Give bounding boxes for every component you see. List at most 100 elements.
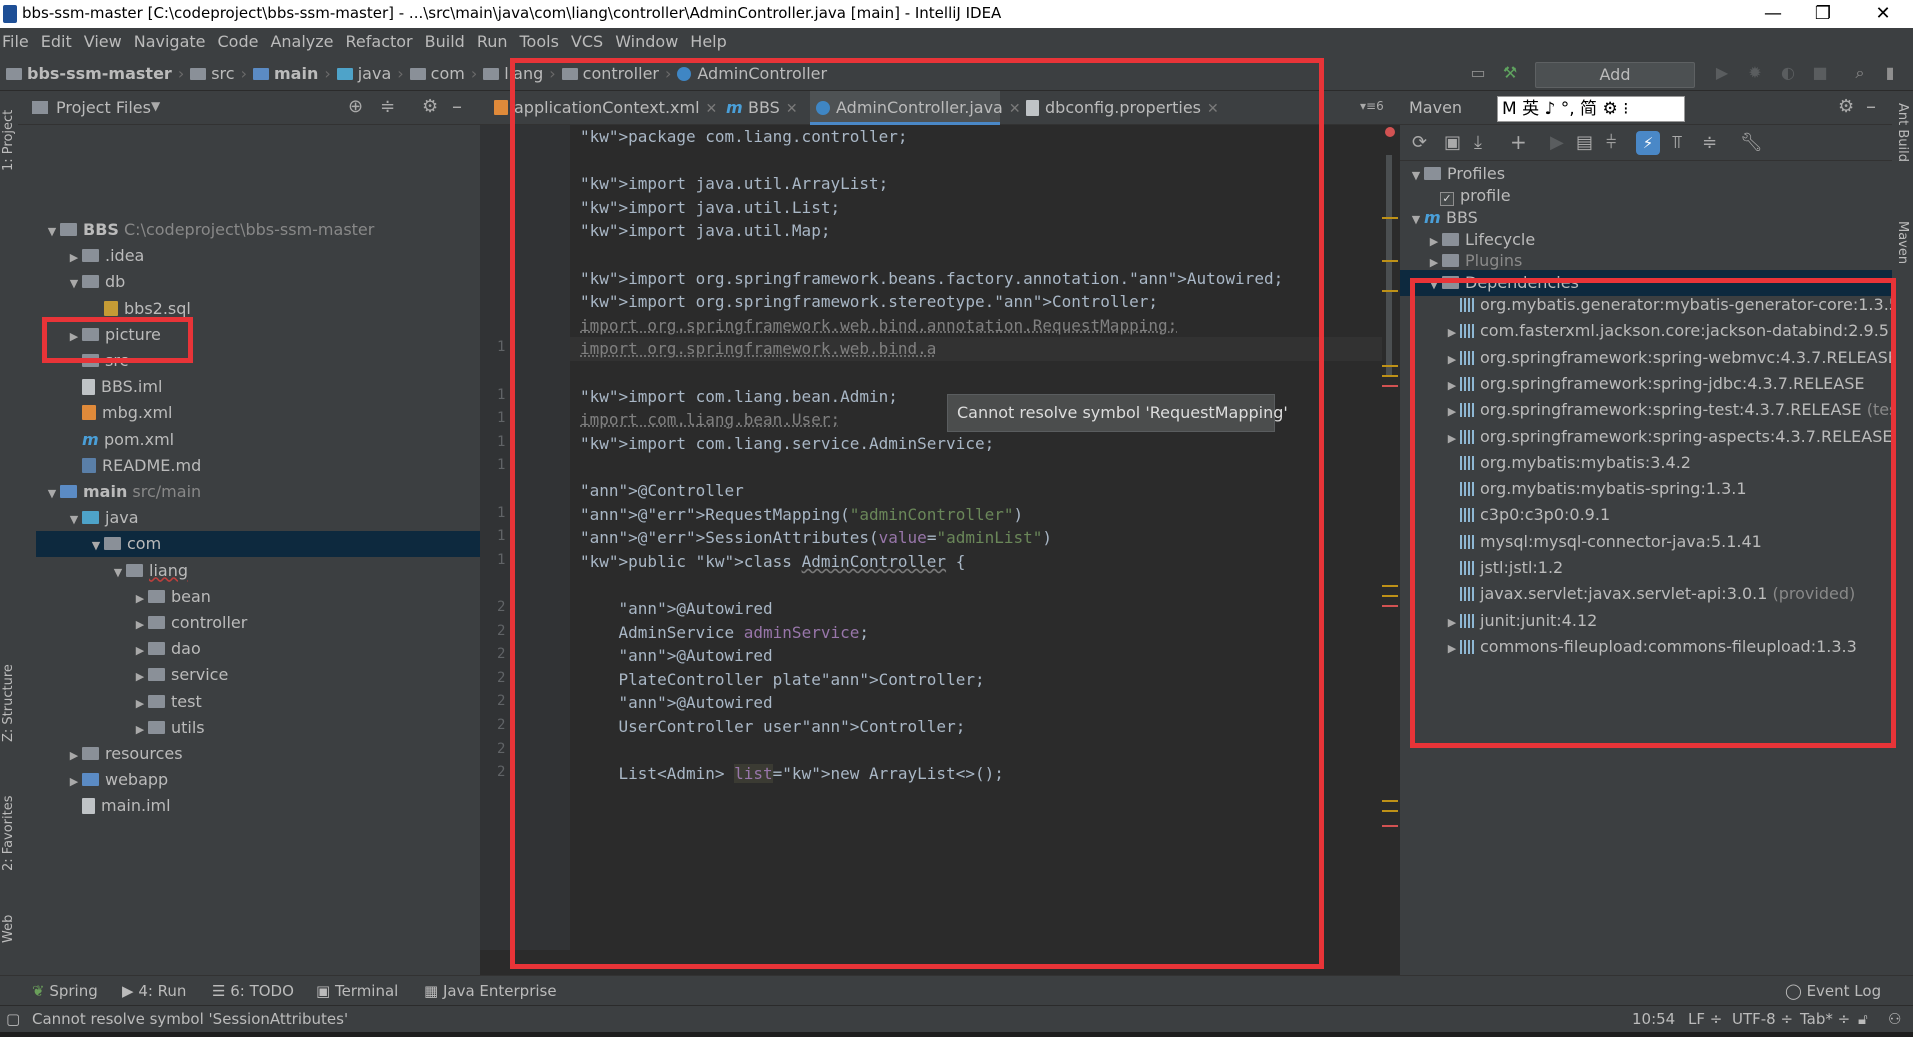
wrench-icon[interactable]: 🔧︎ bbox=[1740, 132, 1763, 153]
toggle-offline-icon[interactable]: ▤ bbox=[1576, 132, 1593, 153]
vcs-icon[interactable]: ▮ bbox=[1880, 63, 1900, 83]
refresh-icon[interactable]: ⟳ bbox=[1412, 132, 1427, 153]
line-separator[interactable]: LF ÷ bbox=[1688, 1010, 1722, 1028]
menu-refactor[interactable]: Refactor bbox=[346, 32, 413, 51]
run-goal-icon[interactable]: ▶ bbox=[1550, 132, 1564, 153]
expanded-arrow-icon[interactable]: ▼ bbox=[110, 560, 126, 586]
collapsed-arrow-icon[interactable]: ▶ bbox=[132, 691, 148, 717]
tree-node[interactable]: ▼ java bbox=[36, 505, 498, 531]
hide-panel-icon[interactable]: – bbox=[452, 94, 462, 118]
tree-node[interactable]: ▼ db bbox=[36, 269, 498, 295]
hide-panel-icon[interactable]: – bbox=[1866, 94, 1876, 118]
tree-node[interactable]: ▼ com bbox=[36, 531, 498, 559]
menu-help[interactable]: Help bbox=[690, 32, 726, 51]
collapsed-arrow-icon[interactable]: ▶ bbox=[132, 664, 148, 690]
tree-node[interactable]: ▶ dao bbox=[36, 636, 498, 662]
breadcrumb-java[interactable]: java bbox=[358, 64, 392, 83]
menu-code[interactable]: Code bbox=[218, 32, 259, 51]
search-icon[interactable]: ⌕ bbox=[1850, 63, 1870, 83]
tab-favorites[interactable]: 2: Favorites bbox=[1, 795, 16, 871]
menu-tools[interactable]: Tools bbox=[520, 32, 559, 51]
collapse-icon[interactable]: ⫪ bbox=[1672, 132, 1682, 153]
scrollbar-thumb[interactable] bbox=[1386, 155, 1392, 375]
tab-project[interactable]: 1: Project bbox=[1, 110, 16, 171]
expanded-arrow-icon[interactable]: ▼ bbox=[44, 219, 60, 245]
close-button[interactable]: ✕ bbox=[1860, 0, 1906, 28]
menu-run[interactable]: Run bbox=[477, 32, 508, 51]
window-layout-icon[interactable]: ▭ bbox=[1468, 63, 1488, 83]
expand-icon[interactable]: ≑ bbox=[1702, 132, 1717, 153]
menu-navigate[interactable]: Navigate bbox=[134, 32, 206, 51]
project-view-selector[interactable]: Project Files bbox=[56, 98, 151, 117]
tree-node[interactable]: ▶ webapp bbox=[36, 767, 498, 793]
tree-node[interactable]: ▶ utils bbox=[36, 715, 498, 741]
tab-structure[interactable]: Z: Structure bbox=[1, 664, 16, 742]
tree-node[interactable]: ▶ resources bbox=[36, 741, 498, 767]
memory-icon[interactable]: ⚇ bbox=[1888, 1010, 1901, 1028]
tree-node[interactable]: ▼ BBS C:\codeproject\bbs-ssm-master bbox=[36, 217, 498, 243]
tree-node[interactable]: ▼ main src/main bbox=[36, 479, 498, 505]
error-indicator-icon[interactable] bbox=[1385, 127, 1395, 137]
stop-icon[interactable]: ■ bbox=[1810, 63, 1830, 83]
expanded-arrow-icon[interactable]: ▼ bbox=[88, 533, 104, 559]
download-icon[interactable]: ⤓ bbox=[1474, 132, 1482, 153]
menu-window[interactable]: Window bbox=[615, 32, 678, 51]
add-configuration-button[interactable]: Add Configuration... bbox=[1535, 62, 1695, 108]
debug-icon[interactable]: ✹ bbox=[1745, 63, 1765, 83]
tab-ant-build[interactable]: Ant Build bbox=[1895, 103, 1910, 162]
expanded-arrow-icon[interactable]: ▼ bbox=[66, 271, 82, 297]
tree-node[interactable]: ▼ liang bbox=[36, 558, 498, 584]
menu-analyze[interactable]: Analyze bbox=[270, 32, 333, 51]
tab-maven[interactable]: Maven bbox=[1895, 221, 1910, 264]
breadcrumb-src[interactable]: src bbox=[211, 64, 234, 83]
tree-node[interactable]: ▶ test bbox=[36, 689, 498, 715]
build-hammer-icon[interactable]: ⚒ bbox=[1500, 63, 1520, 83]
tree-node[interactable]: mbg.xml bbox=[36, 400, 498, 426]
collapsed-arrow-icon[interactable]: ▶ bbox=[66, 245, 82, 271]
expanded-arrow-icon[interactable]: ▼ bbox=[44, 481, 60, 507]
collapsed-arrow-icon[interactable]: ▶ bbox=[66, 743, 82, 769]
lock-icon[interactable]: 🔓︎ bbox=[1858, 1010, 1868, 1028]
collapsed-arrow-icon[interactable]: ▶ bbox=[132, 638, 148, 664]
tree-node[interactable]: ▶ controller bbox=[36, 610, 498, 636]
locate-icon[interactable]: ⊕ bbox=[348, 96, 363, 117]
tab-spring[interactable]: ❦ Spring bbox=[32, 982, 98, 1000]
run-icon[interactable]: ▶ bbox=[1712, 63, 1732, 83]
collapse-all-icon[interactable]: ≑ bbox=[380, 96, 395, 117]
collapsed-arrow-icon[interactable]: ▶ bbox=[132, 586, 148, 612]
collapsed-arrow-icon[interactable]: ▶ bbox=[66, 769, 82, 795]
tab-terminal[interactable]: ▣ Terminal bbox=[316, 982, 398, 1000]
tree-node[interactable]: main.iml bbox=[36, 793, 498, 819]
menu-build[interactable]: Build bbox=[425, 32, 465, 51]
breadcrumb-project[interactable]: bbs-ssm-master bbox=[27, 64, 172, 83]
menu-vcs[interactable]: VCS bbox=[571, 32, 603, 51]
gear-icon[interactable]: ⚙ bbox=[422, 96, 438, 117]
generate-sources-icon[interactable]: ▣ bbox=[1444, 132, 1461, 153]
status-toggle-icon[interactable]: ▢ bbox=[6, 1010, 20, 1028]
breadcrumb-main[interactable]: main bbox=[274, 64, 318, 83]
checkbox-icon[interactable]: ✓ bbox=[1440, 192, 1454, 206]
tree-node[interactable]: README.md bbox=[36, 453, 498, 479]
indent-setting[interactable]: Tab* ÷ bbox=[1800, 1010, 1850, 1028]
tab-java-enterprise[interactable]: ▦ Java Enterprise bbox=[424, 982, 557, 1000]
coverage-icon[interactable]: ◐ bbox=[1778, 63, 1798, 83]
tree-node[interactable]: ▶ service bbox=[36, 662, 498, 688]
tree-node[interactable]: ▶ bean bbox=[36, 584, 498, 610]
collapsed-arrow-icon[interactable]: ▶ bbox=[132, 717, 148, 743]
show-dependencies-icon[interactable]: ⚡ bbox=[1636, 131, 1660, 155]
tab-todo[interactable]: ☰ 6: TODO bbox=[212, 982, 294, 1000]
caret-position[interactable]: 10:54 bbox=[1632, 1010, 1675, 1028]
tab-web[interactable]: Web bbox=[1, 915, 16, 943]
tab-run[interactable]: ▶ 4: Run bbox=[122, 982, 186, 1000]
menu-view[interactable]: View bbox=[84, 32, 122, 51]
breadcrumb-com[interactable]: com bbox=[431, 64, 465, 83]
add-icon[interactable]: + bbox=[1510, 130, 1527, 154]
tree-node[interactable]: m pom.xml bbox=[36, 427, 498, 453]
collapsed-arrow-icon[interactable]: ▶ bbox=[132, 612, 148, 638]
gear-icon[interactable]: ⚙ bbox=[1838, 96, 1854, 117]
minimize-button[interactable]: — bbox=[1750, 0, 1796, 28]
ime-toolbar[interactable]: M 英 ♪ °, 简 ⚙ ⁝ bbox=[1497, 96, 1685, 122]
menu-edit[interactable]: Edit bbox=[41, 32, 72, 51]
error-stripe[interactable] bbox=[1382, 125, 1400, 950]
menu-file[interactable]: File bbox=[2, 32, 29, 51]
